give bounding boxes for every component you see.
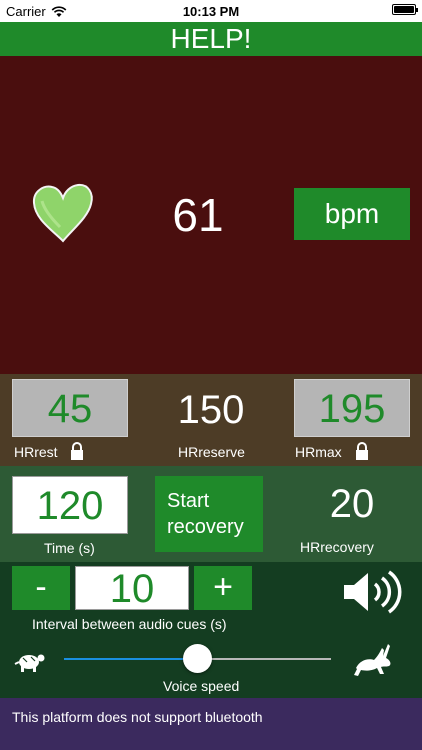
hr-rest-field[interactable]: 45 [12,379,128,437]
start-recovery-button[interactable]: Start recovery [155,476,263,552]
bluetooth-status-bar: This platform does not support bluetooth [0,698,422,750]
heart-rate-value: 61 [172,189,224,241]
hr-max-label: HRmax [295,444,342,460]
increment-button[interactable]: + [194,566,252,610]
hr-reserve-label: HRreserve [178,444,245,460]
lock-icon[interactable] [70,441,84,461]
interval-label: Interval between audio cues (s) [32,616,227,632]
time-field[interactable]: 120 [12,476,128,534]
speaker-icon[interactable] [342,570,402,614]
start-recovery-label-line2: recovery [167,516,244,538]
bluetooth-message: This platform does not support bluetooth [12,709,263,725]
hr-reserve-value: 150 [177,388,245,432]
bpm-button[interactable]: bpm [294,188,410,240]
status-bar: Carrier 10:13 PM [0,0,422,22]
help-button[interactable]: HELP! [0,22,422,56]
decrement-button[interactable]: - [12,566,70,610]
rabbit-icon [354,644,391,676]
voice-speed-slider[interactable] [183,644,212,673]
hr-recovery-value: 20 [329,482,375,526]
hr-recovery-label: HRrecovery [300,539,374,555]
time-label: Time (s) [44,540,95,556]
lock-icon[interactable] [355,441,369,461]
start-recovery-label-line1: Start [167,490,210,512]
battery-icon [392,4,418,15]
voice-speed-track [197,658,331,660]
hr-rest-label: HRrest [14,444,58,460]
heart-icon [32,183,93,243]
hr-max-field[interactable]: 195 [294,379,410,437]
turtle-icon [14,654,45,672]
interval-field[interactable]: 10 [75,566,189,611]
voice-speed-label: Voice speed [163,678,240,694]
status-time: 10:13 PM [182,4,240,19]
voice-speed-track-filled [64,658,197,660]
